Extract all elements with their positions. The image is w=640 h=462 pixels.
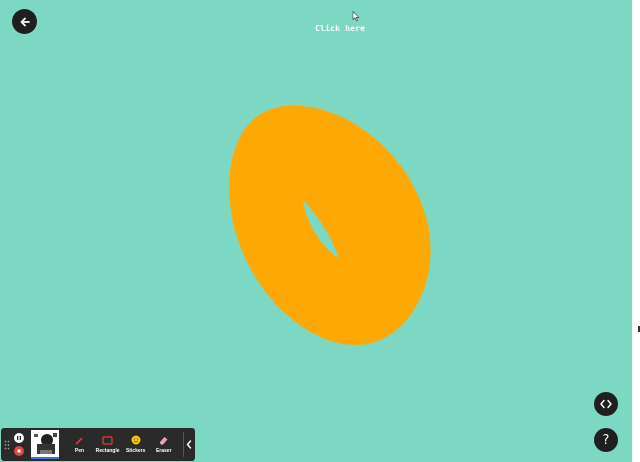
screen-recorder-toolbar: Pen Rectangle Stickers Eraser [1,428,195,461]
webcam-preview-thumbnail[interactable] [31,430,60,459]
pen-tool-label: Pen [74,448,85,454]
pause-icon [16,436,21,440]
pen-icon [75,437,84,445]
orange-torus-shape [229,105,431,345]
stickers-tool-label: Stickers [125,448,146,454]
smiley-icon [131,435,141,445]
eraser-icon [160,437,168,445]
help-button[interactable]: ? [594,428,618,452]
pause-recording-button[interactable] [13,433,24,443]
stickers-tool-button[interactable]: Stickers [122,428,150,461]
stop-recording-button[interactable] [13,446,24,456]
recording-controls [12,428,25,461]
collapse-toolbar-button[interactable] [184,428,195,461]
canvas-stage[interactable]: Click here ? Pen Rectangle Stickers Eras… [0,0,632,462]
chevron-left-icon [187,440,192,449]
eraser-tool-button[interactable]: Eraser [150,428,178,461]
grip-dots-icon [4,440,10,449]
click-here-link[interactable]: Click here [315,24,365,33]
drag-handle[interactable] [1,428,12,461]
pen-tool-button[interactable]: Pen [65,428,93,461]
rectangle-tool-label: Rectangle [95,447,120,454]
rectangle-icon [102,435,113,445]
code-brackets-icon [600,399,612,409]
stop-icon [17,449,21,453]
code-view-button[interactable] [594,392,618,416]
arrow-left-icon [20,17,30,26]
mouse-cursor-icon [352,11,360,22]
window-right-edge [632,0,640,462]
eraser-tool-label: Eraser [155,448,172,454]
rectangle-tool-button[interactable]: Rectangle [94,428,122,461]
back-button[interactable] [12,9,37,34]
webcam-preview-image [31,430,60,457]
